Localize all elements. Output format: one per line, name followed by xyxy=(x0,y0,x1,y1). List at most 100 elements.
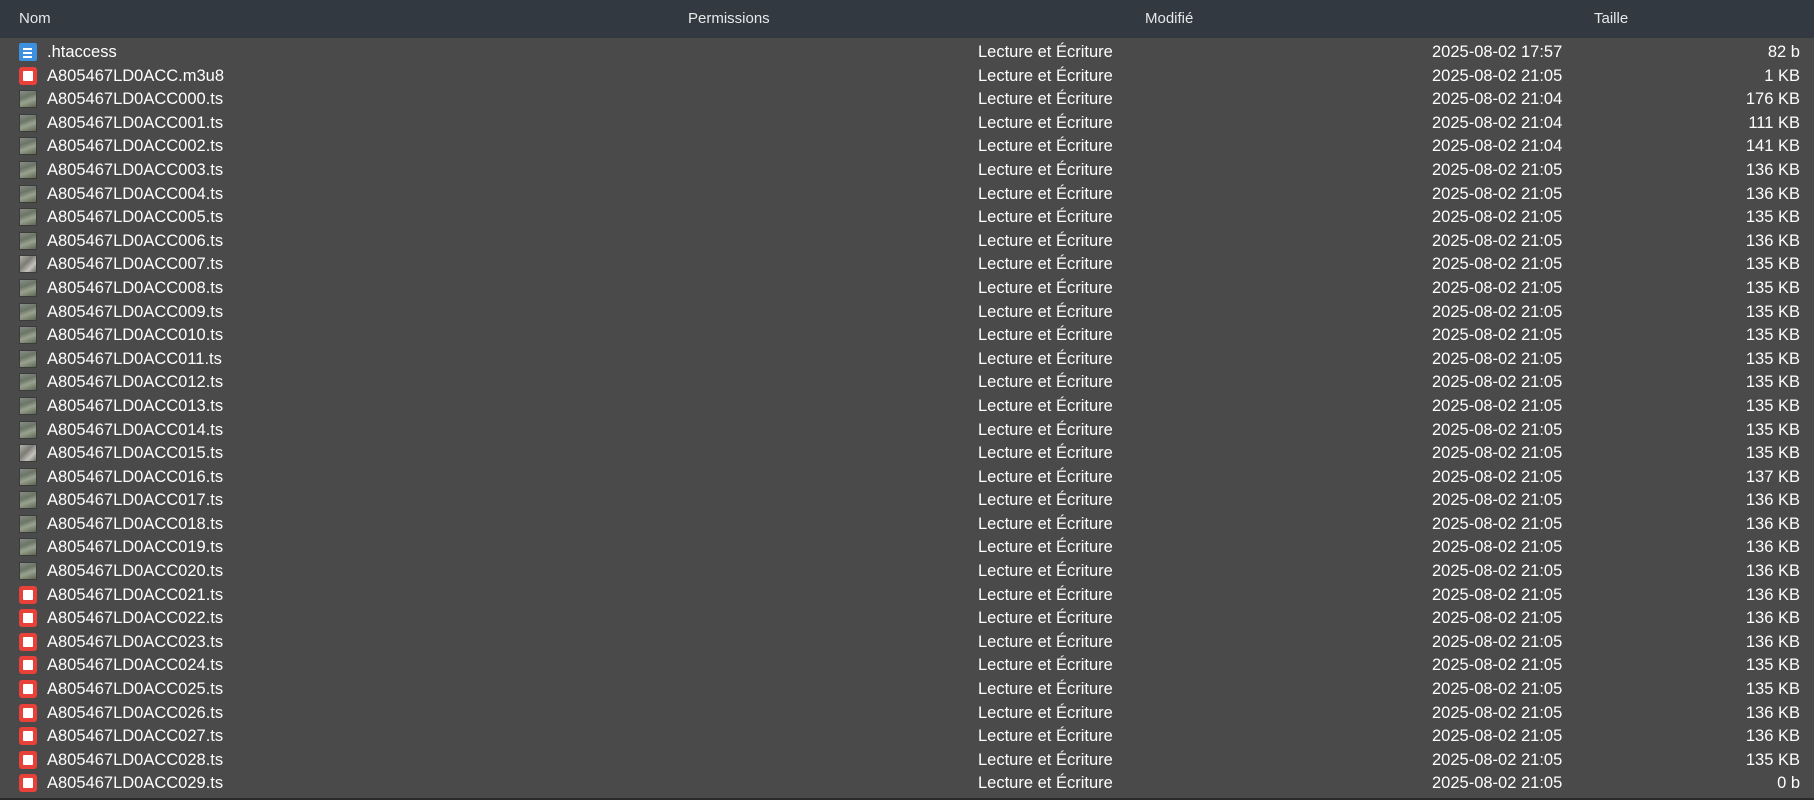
file-row[interactable]: A805467LD0ACC023.ts Lecture et Écriture 20… xyxy=(0,630,1814,654)
file-size: 136 KB xyxy=(1745,585,1800,604)
media-file-icon xyxy=(19,656,37,675)
file-row[interactable]: A805467LD0ACC022.ts Lecture et Écriture 20… xyxy=(0,606,1814,630)
file-size: 141 KB xyxy=(1745,137,1800,156)
file-modified: 2025-08-02 21:05 xyxy=(1432,231,1563,250)
file-row[interactable]: A805467LD0ACC012.ts Lecture et Écriture 20… xyxy=(0,370,1814,394)
file-row[interactable]: A805467LD0ACC028.ts Lecture et Écriture 20… xyxy=(0,748,1814,772)
video-thumbnail-icon xyxy=(19,538,37,557)
file-modified: 2025-08-02 21:05 xyxy=(1432,420,1563,439)
file-modified: 2025-08-02 21:04 xyxy=(1432,90,1563,109)
file-row[interactable]: A805467LD0ACC013.ts Lecture et Écriture 20… xyxy=(0,394,1814,418)
column-header-size[interactable]: Taille xyxy=(1594,9,1628,29)
file-modified: 2025-08-02 21:05 xyxy=(1432,491,1563,510)
file-name: A805467LD0ACC018.ts xyxy=(47,514,224,533)
file-row[interactable]: A805467LD0ACC.m3u8 Lecture et Écriture 202… xyxy=(0,64,1814,88)
file-name: A805467LD0ACC029.ts xyxy=(47,774,224,793)
video-thumbnail-icon xyxy=(19,444,37,463)
file-permissions: Lecture et Écriture xyxy=(978,703,1113,722)
file-row[interactable]: A805467LD0ACC006.ts Lecture et Écriture 20… xyxy=(0,229,1814,253)
file-permissions: Lecture et Écriture xyxy=(978,43,1113,61)
file-name: A805467LD0ACC019.ts xyxy=(47,538,224,557)
file-row[interactable]: A805467LD0ACC002.ts Lecture et Écriture 20… xyxy=(0,134,1814,158)
file-modified: 2025-08-02 21:05 xyxy=(1432,538,1563,557)
file-name: A805467LD0ACC025.ts xyxy=(47,680,224,699)
file-name: A805467LD0ACC005.ts xyxy=(47,208,224,227)
file-name: A805467LD0ACC017.ts xyxy=(47,491,224,510)
file-row[interactable]: A805467LD0ACC021.ts Lecture et Écriture 20… xyxy=(0,583,1814,607)
file-row[interactable]: A805467LD0ACC015.ts Lecture et Écriture 20… xyxy=(0,441,1814,465)
video-thumbnail-icon xyxy=(19,562,37,581)
file-row[interactable]: A805467LD0ACC025.ts Lecture et Écriture 20… xyxy=(0,677,1814,701)
file-modified: 2025-08-02 21:05 xyxy=(1432,585,1563,604)
file-modified: 2025-08-02 21:05 xyxy=(1432,562,1563,581)
file-size: 176 KB xyxy=(1745,90,1800,109)
file-row[interactable]: A805467LD0ACC017.ts Lecture et Écriture 20… xyxy=(0,488,1814,512)
file-row[interactable]: A805467LD0ACC004.ts Lecture et Écriture 20… xyxy=(0,182,1814,206)
file-row[interactable]: A805467LD0ACC019.ts Lecture et Écriture 20… xyxy=(0,535,1814,559)
file-row[interactable]: A805467LD0ACC005.ts Lecture et Écriture 20… xyxy=(0,205,1814,229)
file-row[interactable]: A805467LD0ACC016.ts Lecture et Écriture 20… xyxy=(0,465,1814,489)
file-row[interactable]: A805467LD0ACC029.ts Lecture et Écriture 20… xyxy=(0,771,1814,795)
file-row[interactable]: A805467LD0ACC007.ts Lecture et Écriture 20… xyxy=(0,252,1814,276)
file-row[interactable]: A805467LD0ACC020.ts Lecture et Écriture 20… xyxy=(0,559,1814,583)
file-size: 136 KB xyxy=(1745,231,1800,250)
file-size: 136 KB xyxy=(1745,184,1800,203)
file-permissions: Lecture et Écriture xyxy=(978,632,1113,651)
file-row[interactable]: A805467LD0ACC027.ts Lecture et Écriture 20… xyxy=(0,724,1814,748)
file-row[interactable]: A805467LD0ACC003.ts Lecture et Écriture 20… xyxy=(0,158,1814,182)
file-modified: 2025-08-02 21:05 xyxy=(1432,727,1563,746)
file-size: 135 KB xyxy=(1745,656,1800,675)
file-name: A805467LD0ACC006.ts xyxy=(47,231,224,250)
file-row[interactable]: A805467LD0ACC008.ts Lecture et Écriture 20… xyxy=(0,276,1814,300)
media-file-icon xyxy=(19,774,37,793)
file-modified: 2025-08-02 21:05 xyxy=(1432,255,1563,274)
file-size: 136 KB xyxy=(1745,491,1800,510)
file-permissions: Lecture et Écriture xyxy=(978,444,1113,463)
file-permissions: Lecture et Écriture xyxy=(978,727,1113,746)
file-row[interactable]: .htaccess Lecture et Écriture 2025-08-02 1… xyxy=(0,40,1814,64)
file-name: A805467LD0ACC027.ts xyxy=(47,727,224,746)
column-header-modified[interactable]: Modifié xyxy=(1145,9,1193,29)
file-row[interactable]: A805467LD0ACC010.ts Lecture et Écriture 20… xyxy=(0,323,1814,347)
file-name: .htaccess xyxy=(47,43,117,61)
video-thumbnail-icon xyxy=(19,514,37,533)
file-modified: 2025-08-02 21:05 xyxy=(1432,160,1563,179)
file-size: 137 KB xyxy=(1745,467,1800,486)
file-row[interactable]: A805467LD0ACC011.ts Lecture et Écriture 20… xyxy=(0,347,1814,371)
file-permissions: Lecture et Écriture xyxy=(978,184,1113,203)
file-row[interactable]: A805467LD0ACC026.ts Lecture et Écriture 20… xyxy=(0,701,1814,725)
file-row[interactable]: A805467LD0ACC001.ts Lecture et Écriture 20… xyxy=(0,111,1814,135)
file-permissions: Lecture et Écriture xyxy=(978,231,1113,250)
file-size: 136 KB xyxy=(1745,609,1800,628)
file-row[interactable]: A805467LD0ACC000.ts Lecture et Écriture 20… xyxy=(0,87,1814,111)
file-permissions: Lecture et Écriture xyxy=(978,538,1113,557)
column-header-permissions[interactable]: Permissions xyxy=(688,9,770,29)
file-size: 136 KB xyxy=(1745,160,1800,179)
media-file-icon xyxy=(19,680,37,699)
file-name: A805467LD0ACC000.ts xyxy=(47,90,224,109)
file-permissions: Lecture et Écriture xyxy=(978,113,1113,132)
file-permissions: Lecture et Écriture xyxy=(978,278,1113,297)
file-row[interactable]: A805467LD0ACC024.ts Lecture et Écriture 20… xyxy=(0,653,1814,677)
media-file-icon xyxy=(19,632,37,651)
file-modified: 2025-08-02 21:05 xyxy=(1432,444,1563,463)
file-modified: 2025-08-02 21:05 xyxy=(1432,208,1563,227)
file-row[interactable]: A805467LD0ACC018.ts Lecture et Écriture 20… xyxy=(0,512,1814,536)
file-permissions: Lecture et Écriture xyxy=(978,585,1113,604)
file-name: A805467LD0ACC012.ts xyxy=(47,373,224,392)
file-permissions: Lecture et Écriture xyxy=(978,562,1113,581)
file-name: A805467LD0ACC002.ts xyxy=(47,137,224,156)
video-thumbnail-icon xyxy=(19,420,37,439)
file-modified: 2025-08-02 21:05 xyxy=(1432,396,1563,415)
file-permissions: Lecture et Écriture xyxy=(978,66,1113,85)
file-modified: 2025-08-02 21:05 xyxy=(1432,632,1563,651)
video-thumbnail-icon xyxy=(19,231,37,250)
file-row[interactable]: A805467LD0ACC009.ts Lecture et Écriture 20… xyxy=(0,300,1814,324)
file-permissions: Lecture et Écriture xyxy=(978,491,1113,510)
column-header-name[interactable]: Nom xyxy=(19,9,51,29)
file-rows: .htaccess Lecture et Écriture 2025-08-02 1… xyxy=(0,40,1814,795)
file-permissions: Lecture et Écriture xyxy=(978,750,1113,769)
file-size: 136 KB xyxy=(1745,632,1800,651)
file-permissions: Lecture et Écriture xyxy=(978,208,1113,227)
file-row[interactable]: A805467LD0ACC014.ts Lecture et Écriture 20… xyxy=(0,418,1814,442)
